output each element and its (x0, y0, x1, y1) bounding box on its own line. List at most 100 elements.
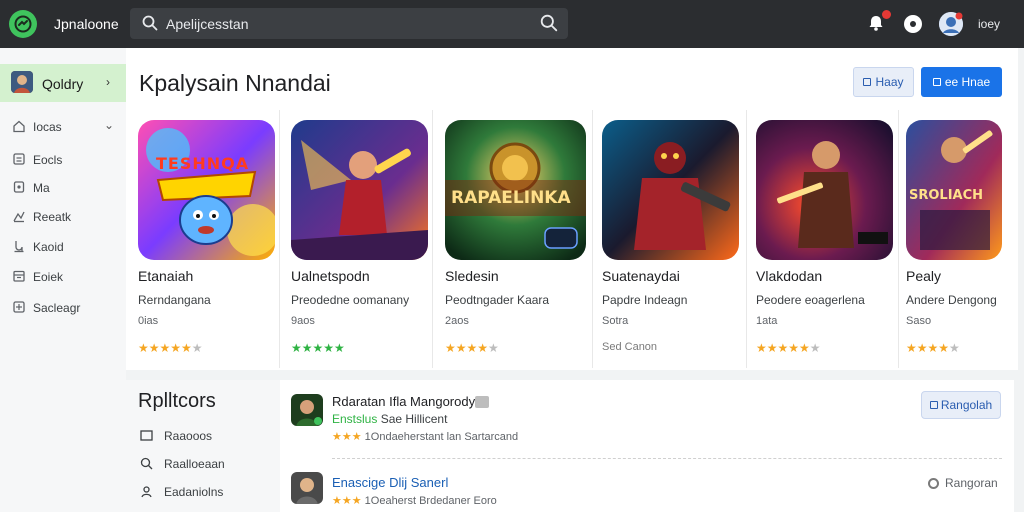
list-item-title[interactable]: Enascige Dlij Sanerl (332, 475, 448, 490)
list-item-link-label: Rangoran (945, 476, 998, 490)
section-title: Kpalysain Nnandai (139, 70, 331, 96)
sidebar-item-1[interactable]: Eocls (0, 147, 126, 173)
grid-icon (13, 153, 25, 165)
app-meta: 1ata (756, 315, 778, 327)
app-logo[interactable] (9, 10, 37, 38)
sidebar-item-label: Eocls (33, 153, 63, 167)
star-rating: ★★★ (332, 495, 362, 507)
notifications-button[interactable] (866, 10, 891, 35)
app-thumbnail (291, 472, 323, 504)
user-icon (141, 486, 152, 498)
app-extra-label: Sed Canon (602, 341, 658, 353)
sidebar-item-3[interactable]: Reeatk (0, 204, 126, 230)
app-card[interactable]: Suatenaydai Papdre Indeagn Sotra Sed Can… (602, 110, 747, 368)
collection-item-label: Raaooos (164, 429, 213, 443)
sidebar-item-6[interactable]: Sacleagr (0, 295, 126, 321)
secondary-button[interactable]: Haay (853, 67, 914, 97)
settings-icon (13, 301, 25, 313)
app-developer: Preodedne oomanany (291, 293, 410, 307)
app-card[interactable]: Vlakdodan Peodere eoagerlena 1ata ★★★★★★ (756, 110, 899, 368)
app-artwork[interactable]: RAPAELINKA (445, 120, 586, 260)
app-developer: Peodere eoagerlena (756, 293, 865, 307)
app-artwork[interactable] (602, 120, 739, 260)
app-thumbnail-image (291, 472, 323, 504)
sidebar-item-label: Reeatk (33, 210, 72, 224)
app-artwork[interactable] (756, 120, 893, 260)
featured-panel: Kpalysain Nnandai Haay ee Hnae TESHNQA E… (126, 48, 1018, 370)
calendar-icon (13, 270, 25, 282)
help-icon (910, 21, 916, 27)
app-thumbnail (291, 394, 323, 426)
list-item[interactable]: Enascige Dlij Sanerl ★★★ 1Oeaherst Brded… (280, 446, 1014, 512)
search-icon (142, 15, 158, 31)
list-item-subtitle-text: Sae Hillicent (380, 412, 448, 426)
sidebar-item-label: Sacleagr (33, 301, 81, 315)
app-name[interactable]: Vlakdodan (756, 268, 822, 284)
star-rating: ★★★★★ (291, 341, 345, 355)
list-item-button-label: Rangolah (940, 398, 993, 412)
game-art-image (291, 120, 428, 260)
logo-icon (14, 15, 32, 33)
notification-badge (882, 10, 891, 19)
app-artwork[interactable] (291, 120, 428, 260)
account-avatar-icon (11, 71, 33, 93)
app-card[interactable]: TESHNQA Etanaiah Rerndangana 0ias ★★★★★★ (138, 110, 280, 368)
sidebar-item-0[interactable]: Iocas ⌄ (0, 114, 126, 140)
help-button[interactable] (904, 15, 922, 33)
sidebar-item-5[interactable]: Eoiek (0, 264, 126, 290)
app-artwork[interactable]: SROLIACH (906, 120, 1002, 260)
app-artwork[interactable]: TESHNQA (138, 120, 275, 260)
sidebar-account-switcher[interactable]: Qoldry › (0, 64, 126, 102)
app-name[interactable]: Suatenaydai (602, 268, 680, 284)
user-avatar[interactable] (939, 12, 963, 36)
list-item-rating: ★★★ 1Oeaherst Brdedaner Eoro (332, 494, 497, 507)
primary-button[interactable]: ee Hnae (921, 67, 1002, 97)
app-meta: 2aos (445, 315, 469, 327)
star-rating: ★★★ (332, 431, 362, 443)
app-name[interactable]: Pealy (906, 268, 941, 284)
square-icon (140, 430, 153, 441)
game-art-image (602, 120, 739, 260)
list-item-subtitle: Enstslus Sae Hillicent (332, 412, 447, 426)
app-meta: 9aos (291, 315, 315, 327)
list-item[interactable]: Rdaratan Ifla Mangorody Enstslus Sae Hil… (280, 380, 1014, 446)
star-rating: ★★★★★ (906, 341, 960, 355)
app-name[interactable]: Ualnetspodn (291, 268, 370, 284)
sidebar-item-label: Kaoid (33, 240, 64, 254)
app-card[interactable]: Ualnetspodn Preodedne oomanany 9aos ★★★★… (291, 110, 433, 368)
app-card[interactable]: SROLIACH Pealy Andere Dengong Saso ★★★★★ (906, 110, 1002, 368)
app-meta: Saso (906, 315, 932, 327)
info-icon (475, 396, 489, 408)
app-list-panel: Rdaratan Ifla Mangorody Enstslus Sae Hil… (280, 380, 1014, 512)
grid-small-icon (929, 401, 938, 409)
app-name[interactable]: Sledesin (445, 268, 499, 284)
list-item-title[interactable]: Rdaratan Ifla Mangorody (332, 394, 475, 409)
chevron-right-icon: › (106, 75, 110, 89)
search-bar[interactable]: Apelijcesstan (130, 8, 568, 39)
collection-item-0[interactable]: Raaooos (126, 424, 280, 448)
collection-item-2[interactable]: Eadaniolns (126, 480, 280, 504)
list-item-link[interactable]: Rangoran (928, 476, 998, 490)
grid-small-icon (932, 78, 941, 86)
top-bar: Jpnaloone Apelijcesstan ioey (0, 0, 1024, 48)
chevron-down-icon: ⌄ (104, 118, 115, 132)
game-art-image (138, 120, 275, 260)
avatar-icon (939, 12, 963, 36)
collection-item-1[interactable]: Raalloeaan (126, 452, 280, 476)
collection-item-label: Raalloeaan (164, 457, 225, 471)
primary-button-label: ee Hnae (944, 75, 991, 89)
list-item-tag: Enstslus (332, 412, 378, 426)
user-name[interactable]: ioey (978, 17, 1000, 31)
sidebar-item-label: Eoiek (33, 270, 64, 284)
app-meta: Sotra (602, 315, 629, 327)
app-card[interactable]: RAPAELINKA Sledesin Peodtngader Kaara 2a… (445, 110, 593, 368)
document-icon (13, 181, 25, 193)
sidebar-item-2[interactable]: Ma (0, 175, 126, 201)
star-rating: ★★★★★★ (138, 341, 203, 355)
sidebar-item-label: Iocas (33, 120, 62, 134)
sidebar-item-4[interactable]: Kaoid (0, 234, 126, 260)
search-input[interactable]: Apelijcesstan (166, 16, 249, 32)
list-item-button[interactable]: Rangolah (921, 391, 1001, 419)
search-submit-icon[interactable] (540, 14, 558, 32)
app-name[interactable]: Etanaiah (138, 268, 193, 284)
